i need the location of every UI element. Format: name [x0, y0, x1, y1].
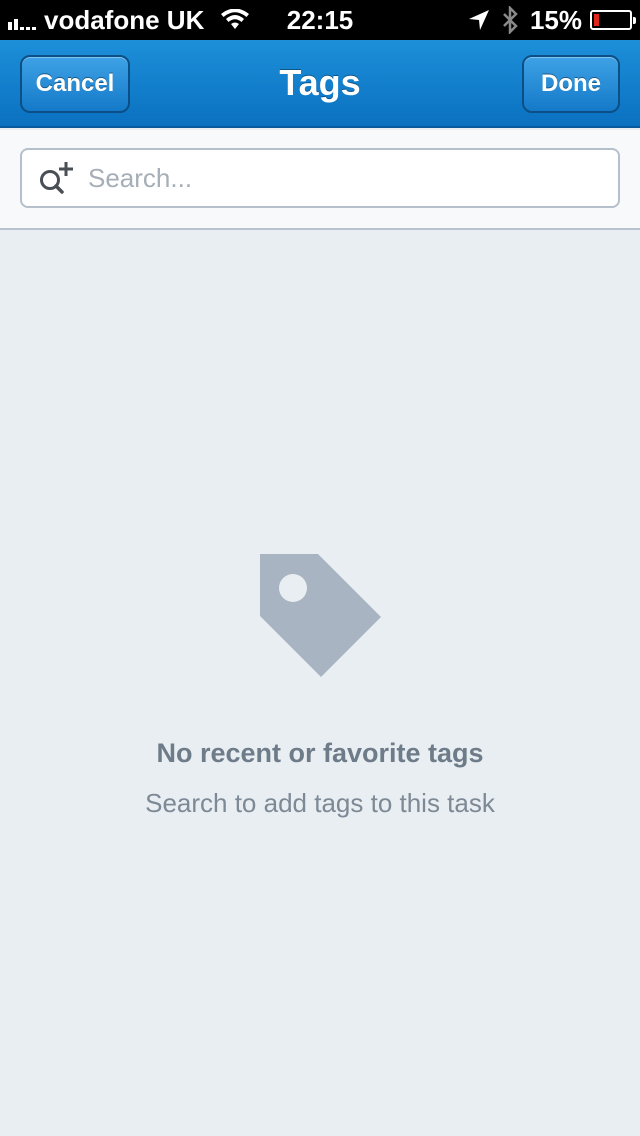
battery-percent: 15% — [529, 4, 582, 35]
navigation-bar: Tags Cancel Done — [0, 40, 640, 128]
battery-icon — [590, 10, 636, 30]
battery-level — [594, 14, 599, 26]
empty-state-title: No recent or favorite tags — [156, 738, 484, 768]
bluetooth-icon — [503, 6, 518, 34]
done-button[interactable]: Done — [522, 55, 620, 113]
cancel-button[interactable]: Cancel — [20, 55, 130, 113]
wifi-icon — [221, 9, 250, 29]
search-add-icon — [40, 162, 73, 194]
status-bar: vodafone UK 22:15 15% — [0, 0, 640, 40]
search-area — [0, 130, 640, 230]
empty-state-subtitle: Search to add tags to this task — [145, 788, 495, 818]
search-field[interactable] — [20, 148, 620, 208]
signal-icon — [8, 10, 38, 30]
search-input[interactable] — [88, 162, 588, 194]
tag-icon — [260, 554, 381, 677]
carrier-name: vodafone UK — [44, 4, 205, 35]
status-right: 15% — [468, 0, 636, 40]
empty-state: No recent or favorite tags Search to add… — [0, 230, 640, 1136]
status-left: vodafone UK — [8, 0, 250, 40]
location-arrow-icon — [468, 10, 489, 30]
